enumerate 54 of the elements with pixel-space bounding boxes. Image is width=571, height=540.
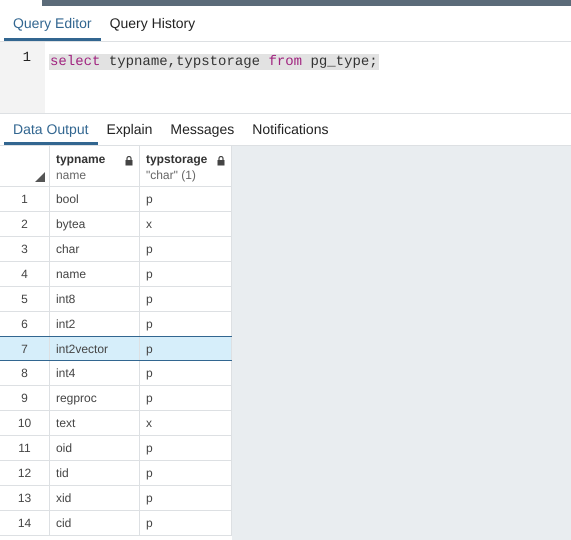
table-row[interactable]: 4 name p (0, 262, 232, 287)
row-number: 13 (0, 486, 50, 510)
table-row[interactable]: 8 int4 p (0, 361, 232, 386)
table-cell: bytea (50, 212, 140, 236)
column-type: name (56, 167, 88, 183)
row-number: 3 (0, 237, 50, 261)
column-header[interactable]: typname name (50, 146, 140, 186)
corner-triangle-icon[interactable] (35, 172, 45, 182)
table-row[interactable]: 2 bytea x (0, 212, 232, 237)
row-number: 9 (0, 386, 50, 410)
table-cell: regproc (50, 386, 140, 410)
table-cell: tid (50, 461, 140, 485)
row-number: 12 (0, 461, 50, 485)
row-number: 4 (0, 262, 50, 286)
row-number: 14 (0, 511, 50, 535)
column-type: "char" (1) (146, 167, 197, 183)
output-tab[interactable]: Explain (98, 114, 162, 145)
table-row[interactable]: 11 oid p (0, 436, 232, 461)
table-cell: text (50, 411, 140, 435)
editor-tab[interactable]: Query History (100, 6, 204, 41)
column-name: typstorage (146, 151, 208, 167)
row-number: 1 (0, 187, 50, 211)
table-row[interactable]: 1 bool p (0, 187, 232, 212)
table-cell: char (50, 237, 140, 261)
row-number: 11 (0, 436, 50, 460)
table-row[interactable]: 9 regproc p (0, 386, 232, 411)
table-cell: cid (50, 511, 140, 535)
row-number: 2 (0, 212, 50, 236)
lock-icon (217, 156, 225, 166)
table-row[interactable]: 12 tid p (0, 461, 232, 486)
lock-icon (125, 156, 133, 166)
output-tab[interactable]: Messages (161, 114, 244, 145)
table-row[interactable]: 10 text x (0, 411, 232, 436)
column-name: typname (56, 151, 106, 167)
table-row[interactable]: 3 char p (0, 237, 232, 262)
table-cell: name (50, 262, 140, 286)
table-row[interactable]: 5 int8 p (0, 287, 232, 312)
line-number: 1 (22, 49, 31, 67)
table-row[interactable]: 7 int2vector p (0, 336, 232, 361)
output-tab[interactable]: Data Output (4, 114, 98, 145)
table-cell: bool (50, 187, 140, 211)
table-cell: xid (50, 486, 140, 510)
table-cell: oid (50, 436, 140, 460)
table-row[interactable]: 13 xid p (0, 486, 232, 511)
table-cell: int4 (50, 361, 140, 385)
row-number: 7 (0, 337, 50, 360)
row-number: 8 (0, 361, 50, 385)
output-tab[interactable]: Notifications (243, 114, 338, 145)
table-row[interactable]: 14 cid p (0, 511, 232, 536)
table-cell: int8 (50, 287, 140, 311)
sql-code: select typname,typstorage from pg_type; (49, 54, 379, 70)
table-cell: int2vector (50, 337, 140, 360)
row-number: 10 (0, 411, 50, 435)
row-number: 5 (0, 287, 50, 311)
